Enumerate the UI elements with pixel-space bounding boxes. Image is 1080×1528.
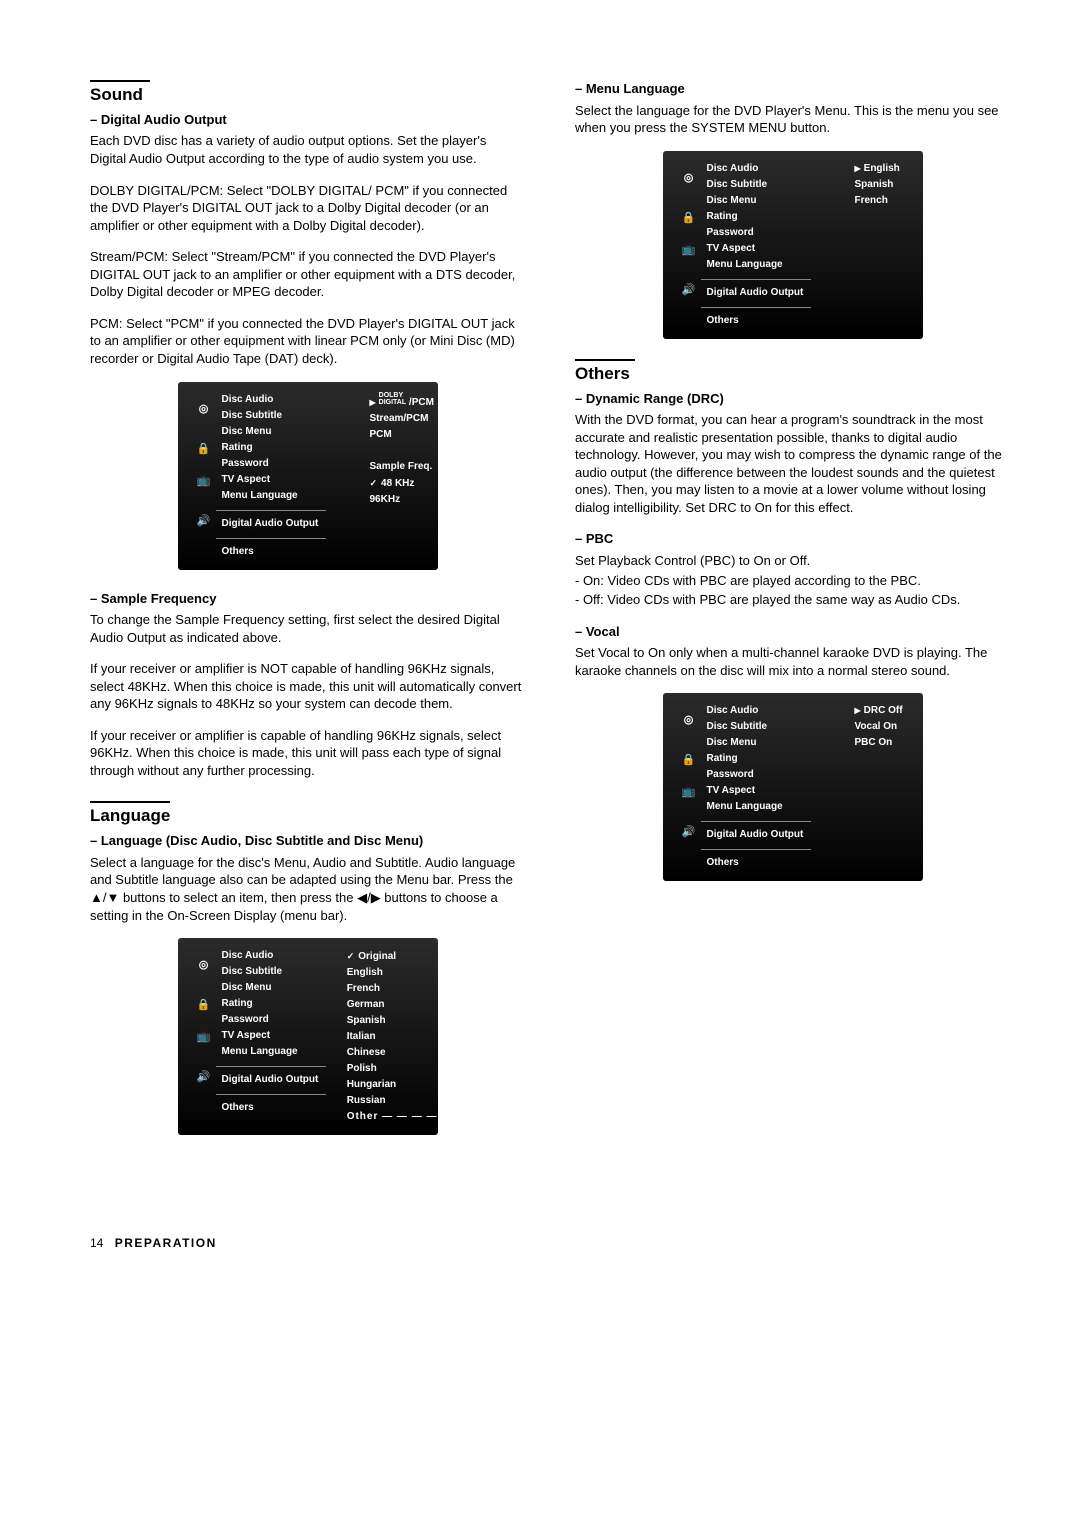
para: With the DVD format, you can hear a prog… [575,411,1010,516]
para: Stream/PCM: Select "Stream/PCM" if you c… [90,248,525,301]
tv-icon: 📺 [196,1030,212,1046]
menu-left: ◎ 🔒 📺 🔊 Disc Audio Disc Subtitle Disc Me… [178,392,362,560]
sub-drc: Dynamic Range (DRC) [575,390,1010,408]
para: Select the language for the DVD Player's… [575,102,1010,137]
speaker-icon: 🔊 [196,1070,212,1086]
rule [575,359,635,361]
para: - Off: Video CDs with PBC are played the… [575,591,1010,609]
heading-others: Others [575,363,1010,386]
menu-right: Original English French German Spanish I… [339,948,438,1125]
lock-icon: 🔒 [196,442,212,458]
disc-icon: ◎ [681,171,697,187]
disc-icon: ◎ [196,402,212,418]
para: Select a language for the disc's Menu, A… [90,854,525,924]
menu-left: ◎ 🔒 📺 🔊 Disc Audio Disc Subtitle Disc Me… [663,703,847,871]
tv-icon: 📺 [196,474,212,490]
speaker-icon: 🔊 [681,825,697,841]
page: Sound Digital Audio Output Each DVD disc… [90,80,1010,1155]
para: Each DVD disc has a variety of audio out… [90,132,525,167]
tv-icon: 📺 [681,243,697,259]
right-column: Menu Language Select the language for th… [575,80,1010,1155]
lock-icon: 🔒 [681,753,697,769]
tv-icon: 📺 [681,785,697,801]
sub-menu-language: Menu Language [575,80,1010,98]
osd-menu-audio: ◎ 🔒 📺 🔊 Disc Audio Disc Subtitle Disc Me… [178,382,438,570]
para: DOLBY DIGITAL/PCM: Select "DOLBY DIGITAL… [90,182,525,235]
para: To change the Sample Frequency setting, … [90,611,525,646]
sub-digital-audio: Digital Audio Output [90,111,525,129]
osd-menu-language: ◎ 🔒 📺 🔊 Disc Audio Disc Subtitle Disc Me… [178,938,438,1135]
speaker-icon: 🔊 [681,283,697,299]
lock-icon: 🔒 [681,211,697,227]
para: PCM: Select "PCM" if you connected the D… [90,315,525,368]
sub-sample-freq: Sample Frequency [90,590,525,608]
sub-vocal: Vocal [575,623,1010,641]
para: Set Vocal to On only when a multi-channe… [575,644,1010,679]
heading-language: Language [90,805,525,828]
heading-sound: Sound [90,84,525,107]
disc-icon: ◎ [681,713,697,729]
menu-left: ◎ 🔒 📺 🔊 Disc Audio Disc Subtitle Disc Me… [663,161,847,329]
left-column: Sound Digital Audio Output Each DVD disc… [90,80,525,1155]
speaker-icon: 🔊 [196,514,212,530]
menu-left: ◎ 🔒 📺 🔊 Disc Audio Disc Subtitle Disc Me… [178,948,339,1125]
sub-pbc: PBC [575,530,1010,548]
osd-menu-others: ◎ 🔒 📺 🔊 Disc Audio Disc Subtitle Disc Me… [663,693,923,881]
para: If your receiver or amplifier is capable… [90,727,525,780]
disc-icon: ◎ [196,958,212,974]
para: Set Playback Control (PBC) to On or Off. [575,552,1010,570]
lock-icon: 🔒 [196,998,212,1014]
osd-menu-menulang: ◎ 🔒 📺 🔊 Disc Audio Disc Subtitle Disc Me… [663,151,923,339]
menu-right: English Spanish French [847,161,923,329]
footer: 14 PREPARATION [90,1235,1010,1251]
para: - On: Video CDs with PBC are played acco… [575,572,1010,590]
footer-label: PREPARATION [115,1236,217,1250]
rule [90,80,150,82]
menu-right: DOLBYDIGITAL /PCM Stream/PCM PCM Sample … [362,392,438,560]
para: If your receiver or amplifier is NOT cap… [90,660,525,713]
sub-language-disc: Language (Disc Audio, Disc Subtitle and … [90,832,525,850]
rule [90,801,170,803]
page-number: 14 [90,1236,103,1250]
menu-right: DRC Off Vocal On PBC On [847,703,923,871]
